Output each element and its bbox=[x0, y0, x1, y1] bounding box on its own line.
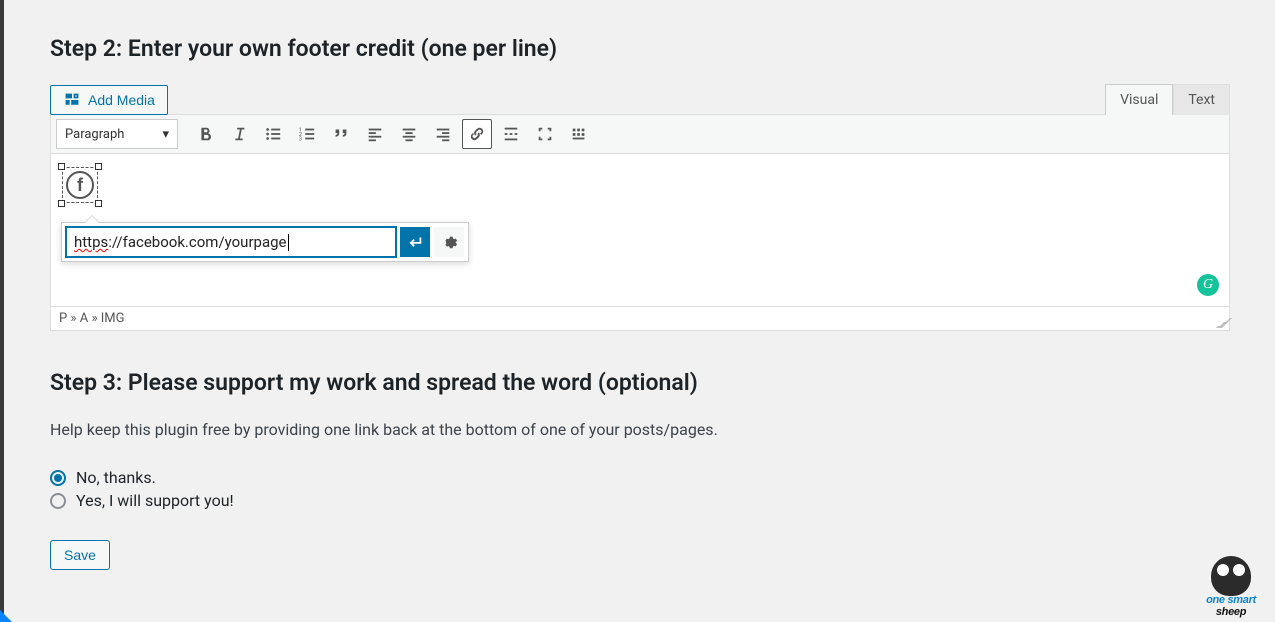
align-center-button[interactable] bbox=[394, 119, 424, 149]
editor-toolbar: Paragraph ▾ 123 bbox=[51, 115, 1229, 154]
add-media-label: Add Media bbox=[88, 92, 155, 108]
format-select-label: Paragraph bbox=[65, 127, 124, 142]
step3-heading: Step 3: Please support my work and sprea… bbox=[50, 369, 1230, 396]
resize-handle-br[interactable] bbox=[95, 200, 102, 207]
svg-text:3: 3 bbox=[299, 136, 302, 142]
facebook-icon: f bbox=[66, 171, 94, 199]
watermark-logo: one smart sheep bbox=[1197, 556, 1265, 618]
tab-text[interactable]: Text bbox=[1173, 84, 1230, 115]
align-left-button[interactable] bbox=[360, 119, 390, 149]
step3-help: Help keep this plugin free by providing … bbox=[50, 418, 1230, 442]
quote-button[interactable] bbox=[326, 119, 356, 149]
resize-grip[interactable] bbox=[1215, 316, 1227, 328]
align-right-button[interactable] bbox=[428, 119, 458, 149]
read-more-button[interactable] bbox=[496, 119, 526, 149]
gear-icon bbox=[440, 233, 458, 251]
resize-handle-bl[interactable] bbox=[58, 200, 65, 207]
editor-tabs: Visual Text bbox=[1105, 84, 1230, 115]
link-button[interactable] bbox=[462, 119, 492, 149]
add-media-button[interactable]: Add Media bbox=[50, 85, 168, 115]
enter-icon bbox=[406, 233, 424, 251]
format-select[interactable]: Paragraph ▾ bbox=[56, 119, 178, 149]
radio-yes[interactable]: Yes, I will support you! bbox=[50, 491, 1230, 510]
fullscreen-button[interactable] bbox=[530, 119, 560, 149]
radio-no[interactable]: No, thanks. bbox=[50, 468, 1230, 487]
tab-visual[interactable]: Visual bbox=[1105, 84, 1173, 115]
italic-button[interactable] bbox=[224, 119, 254, 149]
chevron-down-icon: ▾ bbox=[162, 127, 169, 142]
editor-content[interactable]: f https://facebook.com/yourpage bbox=[51, 154, 1229, 306]
radio-yes-indicator bbox=[50, 493, 66, 509]
resize-handle-tr[interactable] bbox=[95, 163, 102, 170]
editor-statusbar: P » A » IMG bbox=[51, 306, 1229, 330]
media-icon bbox=[63, 92, 81, 108]
step2-heading: Step 2: Enter your own footer credit (on… bbox=[50, 35, 1230, 62]
radio-no-indicator bbox=[50, 470, 66, 486]
editor: Paragraph ▾ 123 f bbox=[50, 114, 1230, 331]
support-radio-group: No, thanks. Yes, I will support you! bbox=[50, 468, 1230, 510]
selected-image[interactable]: f bbox=[61, 166, 99, 204]
kitchen-sink-button[interactable] bbox=[564, 119, 594, 149]
grammarly-icon[interactable]: G bbox=[1197, 274, 1219, 296]
admin-sidebar-edge bbox=[0, 0, 4, 622]
radio-no-label: No, thanks. bbox=[76, 468, 156, 487]
save-button[interactable]: Save bbox=[50, 540, 110, 570]
watermark-text: one smart sheep bbox=[1197, 594, 1265, 618]
link-settings-button[interactable] bbox=[434, 227, 464, 257]
radio-yes-label: Yes, I will support you! bbox=[76, 491, 234, 510]
resize-handle-tl[interactable] bbox=[58, 163, 65, 170]
ul-button[interactable] bbox=[258, 119, 288, 149]
accent-triangle bbox=[0, 610, 12, 622]
link-apply-button[interactable] bbox=[400, 227, 430, 257]
sheep-icon bbox=[1211, 556, 1251, 596]
link-popover: https://facebook.com/yourpage bbox=[61, 222, 469, 262]
ol-button[interactable]: 123 bbox=[292, 119, 322, 149]
link-url-input[interactable] bbox=[66, 227, 396, 257]
bold-button[interactable] bbox=[190, 119, 220, 149]
breadcrumb[interactable]: P » A » IMG bbox=[59, 311, 125, 326]
